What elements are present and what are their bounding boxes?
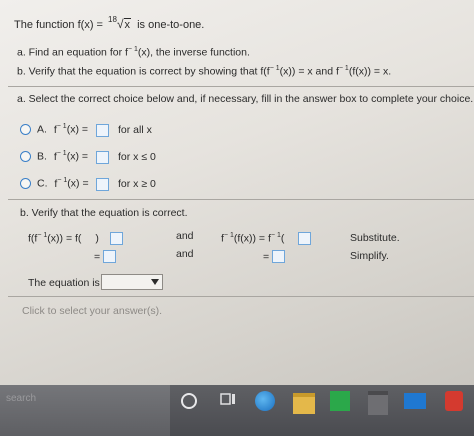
store-icon[interactable] (330, 391, 350, 411)
right-substitute-box[interactable] (298, 232, 311, 245)
answer-box-a[interactable] (96, 124, 109, 137)
divider-top (8, 86, 474, 87)
part-a-instruction: a. Select the correct choice below and, … (17, 93, 474, 105)
radio-choice-a[interactable] (20, 124, 31, 135)
task-view-icon[interactable] (220, 391, 236, 407)
simplify-label: Simplify. (350, 250, 389, 262)
answer-hint: Click to select your answer(s). (22, 305, 163, 317)
chevron-down-icon (151, 279, 159, 285)
cortana-icon[interactable] (181, 393, 197, 409)
calendar-app-icon[interactable] (368, 391, 388, 415)
root-index: 18 (108, 15, 117, 24)
file-explorer-icon[interactable] (293, 393, 315, 414)
root-radicand: x (123, 18, 132, 31)
radio-choice-b[interactable] (20, 151, 31, 162)
radical-sign: √ (116, 17, 124, 31)
mail-icon[interactable] (404, 393, 426, 409)
app-icon[interactable] (445, 391, 463, 411)
search-text: search (6, 393, 37, 404)
equation-is-label: The equation is (28, 277, 100, 289)
equation-correctness-dropdown[interactable] (101, 274, 163, 290)
left-simplify-box[interactable] (103, 250, 116, 263)
taskbar-search-box[interactable]: search (0, 385, 170, 436)
edge-browser-icon[interactable] (255, 391, 275, 411)
answer-box-c[interactable] (96, 178, 109, 191)
and-label-1: and (176, 230, 194, 242)
right-composition: f− 1(f(x)) = f− 1() (221, 232, 302, 245)
right-simplify-box[interactable] (272, 250, 285, 263)
radio-choice-c[interactable] (20, 178, 31, 189)
answer-box-b[interactable] (96, 151, 109, 164)
and-label-2: and (176, 248, 194, 260)
equals-1: = (94, 251, 101, 263)
substitute-label: Substitute. (350, 232, 400, 244)
left-substitute-box[interactable] (110, 232, 123, 245)
part-a-description: a. Find an equation for f− 1(x), the inv… (17, 46, 250, 59)
equals-2: = (263, 251, 270, 263)
part-b-description: b. Verify that the equation is correct b… (17, 65, 392, 78)
part-b-instruction: b. Verify that the equation is correct. (20, 207, 188, 219)
question-intro: The function f(x) = 18√x is one-to-one. (14, 15, 205, 31)
divider-middle (8, 199, 474, 200)
taskbar: search (0, 385, 474, 436)
left-composition: f(f− 1(x)) = f() (28, 232, 99, 245)
question-panel: The function f(x) = 18√x is one-to-one. … (0, 0, 474, 385)
divider-bottom (8, 296, 474, 297)
